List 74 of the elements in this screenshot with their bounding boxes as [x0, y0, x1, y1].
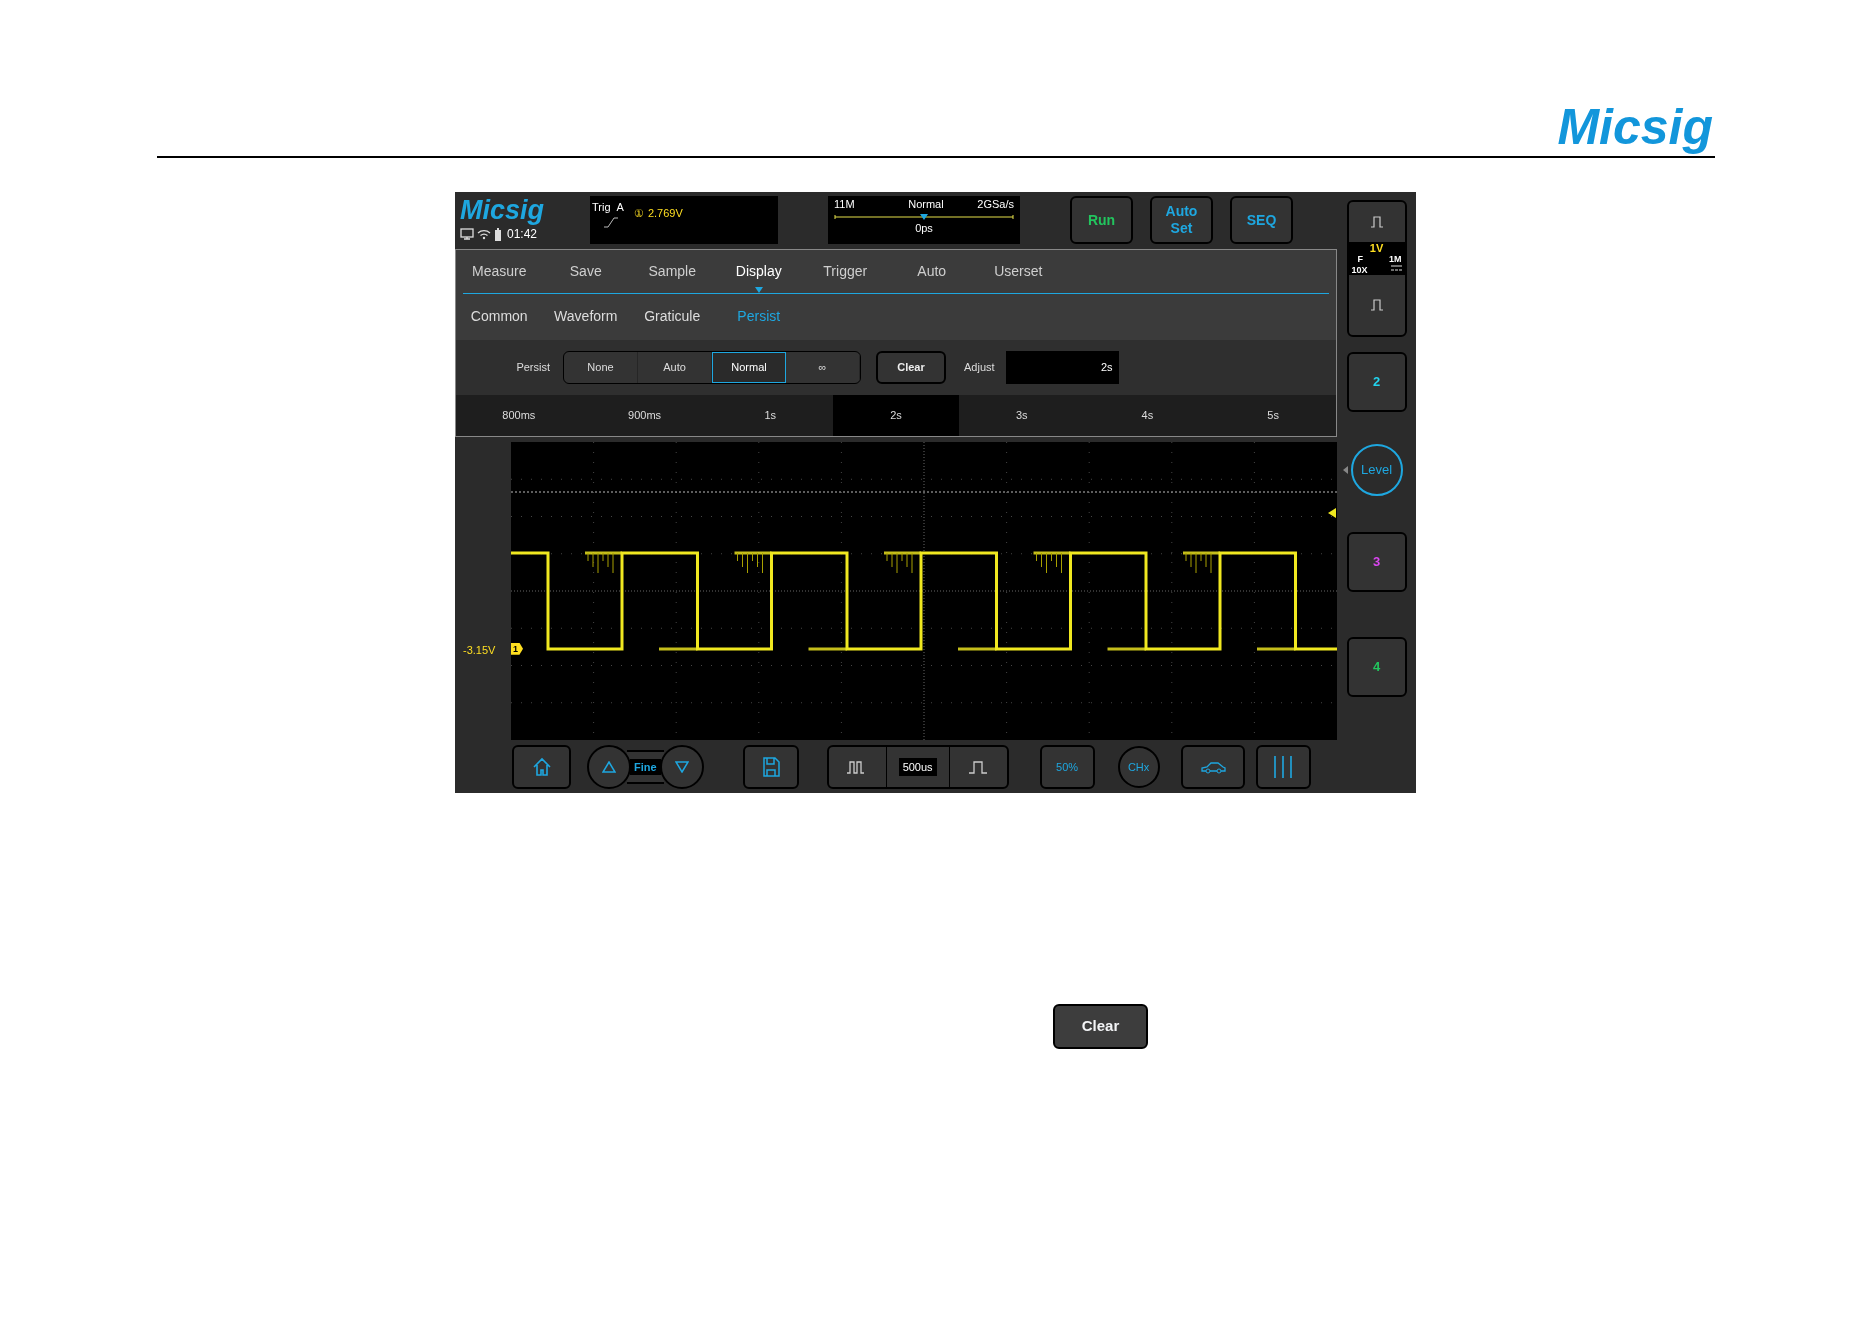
adjust-label: Adjust: [964, 360, 995, 376]
probe-label: 10X: [1351, 264, 1369, 275]
channel-card[interactable]: 1V F 1M 10X: [1346, 200, 1407, 337]
channel-button[interactable]: 4: [1346, 637, 1407, 697]
fifty-percent-button[interactable]: 50%: [1039, 745, 1095, 790]
sample-rate: 2GSa/s: [977, 199, 1014, 211]
fine-toggle[interactable]: Fine: [630, 759, 661, 776]
channel-button[interactable]: 2: [1346, 352, 1407, 412]
home-button[interactable]: [512, 745, 571, 790]
clear-button[interactable]: Clear: [1053, 1004, 1148, 1049]
vertical-lines-icon: [1272, 755, 1295, 780]
car-button[interactable]: [1180, 745, 1245, 790]
duration-option[interactable]: 1s: [707, 394, 834, 436]
acquire-mode: Normal: [908, 199, 944, 211]
sub-tab[interactable]: Persist: [715, 293, 802, 340]
sub-tab[interactable]: Common: [456, 293, 543, 340]
menu-tab[interactable]: Display: [715, 249, 802, 293]
duration-option[interactable]: 5s: [1210, 394, 1336, 436]
toolbar-button[interactable]: Auto Set: [1150, 196, 1213, 245]
impedance-label: 1M: [1388, 254, 1402, 265]
toolbar-button[interactable]: SEQ: [1230, 196, 1293, 245]
persist-option[interactable]: None: [564, 351, 638, 383]
duration-option[interactable]: 2s: [833, 394, 959, 436]
menu-tab[interactable]: Userset: [975, 249, 1062, 293]
trigger-level: 2.769V: [647, 208, 683, 222]
duration-option[interactable]: 4s: [1084, 394, 1211, 436]
dc-icon: [1390, 264, 1402, 271]
brand-logo: Micsig: [460, 197, 546, 225]
channel-select-button[interactable]: CHx: [1117, 746, 1160, 789]
up-button[interactable]: [587, 745, 631, 790]
persist-option[interactable]: Normal: [712, 351, 786, 383]
adjust-field[interactable]: 2s: [1005, 350, 1119, 384]
car-icon: [1199, 760, 1226, 775]
persist-option[interactable]: ∞: [786, 351, 860, 383]
duration-option[interactable]: 900ms: [581, 394, 708, 436]
trigger-label: Trig: [592, 202, 611, 214]
trigger-level-marker: [1328, 507, 1336, 518]
battery-icon: [494, 227, 502, 241]
monitor-icon: [460, 228, 474, 241]
menu-tab[interactable]: Auto: [888, 249, 975, 293]
timebase-value: 500us: [898, 758, 937, 777]
pointer-triangle-icon: [1342, 466, 1348, 474]
clear-button[interactable]: Clear: [876, 350, 946, 384]
up-triangle-icon: [602, 761, 616, 774]
duration-option[interactable]: 3s: [958, 394, 1085, 436]
persist-label: Persist: [515, 360, 550, 376]
save-button[interactable]: [742, 745, 799, 790]
menu-tab[interactable]: Measure: [456, 249, 543, 293]
pulse-icon: [1370, 299, 1383, 311]
down-button[interactable]: [659, 745, 704, 790]
menu-tab[interactable]: Trigger: [802, 249, 889, 293]
trigger-source: A: [616, 202, 624, 214]
brand-logo: Micsig: [1557, 102, 1713, 152]
pulse-icon: [1370, 216, 1383, 228]
coupling-label: F: [1356, 254, 1364, 265]
channel-button[interactable]: 3: [1346, 532, 1407, 592]
wifi-icon: [477, 228, 491, 241]
time-offset: 0ps: [914, 223, 934, 235]
toolbar-button[interactable]: Run: [1070, 196, 1133, 245]
menu-tab[interactable]: Sample: [629, 249, 716, 293]
sub-tab[interactable]: Graticule: [629, 293, 716, 340]
channel-marker: ①: [633, 208, 644, 222]
single-pulse-icon: [968, 760, 989, 775]
memory-depth: 11M: [834, 199, 855, 211]
clock-time: 01:42: [507, 226, 538, 244]
offset-label: -3.15V: [463, 642, 496, 658]
home-icon: [531, 757, 552, 778]
down-triangle-icon: [674, 761, 689, 774]
channel-scale: 1V: [1368, 242, 1385, 255]
sub-tab[interactable]: Waveform: [542, 293, 629, 340]
duration-option[interactable]: 800ms: [456, 394, 582, 436]
cursor-button[interactable]: [1255, 745, 1311, 790]
menu-tab[interactable]: Save: [542, 249, 629, 293]
level-knob[interactable]: Level: [1350, 444, 1403, 496]
